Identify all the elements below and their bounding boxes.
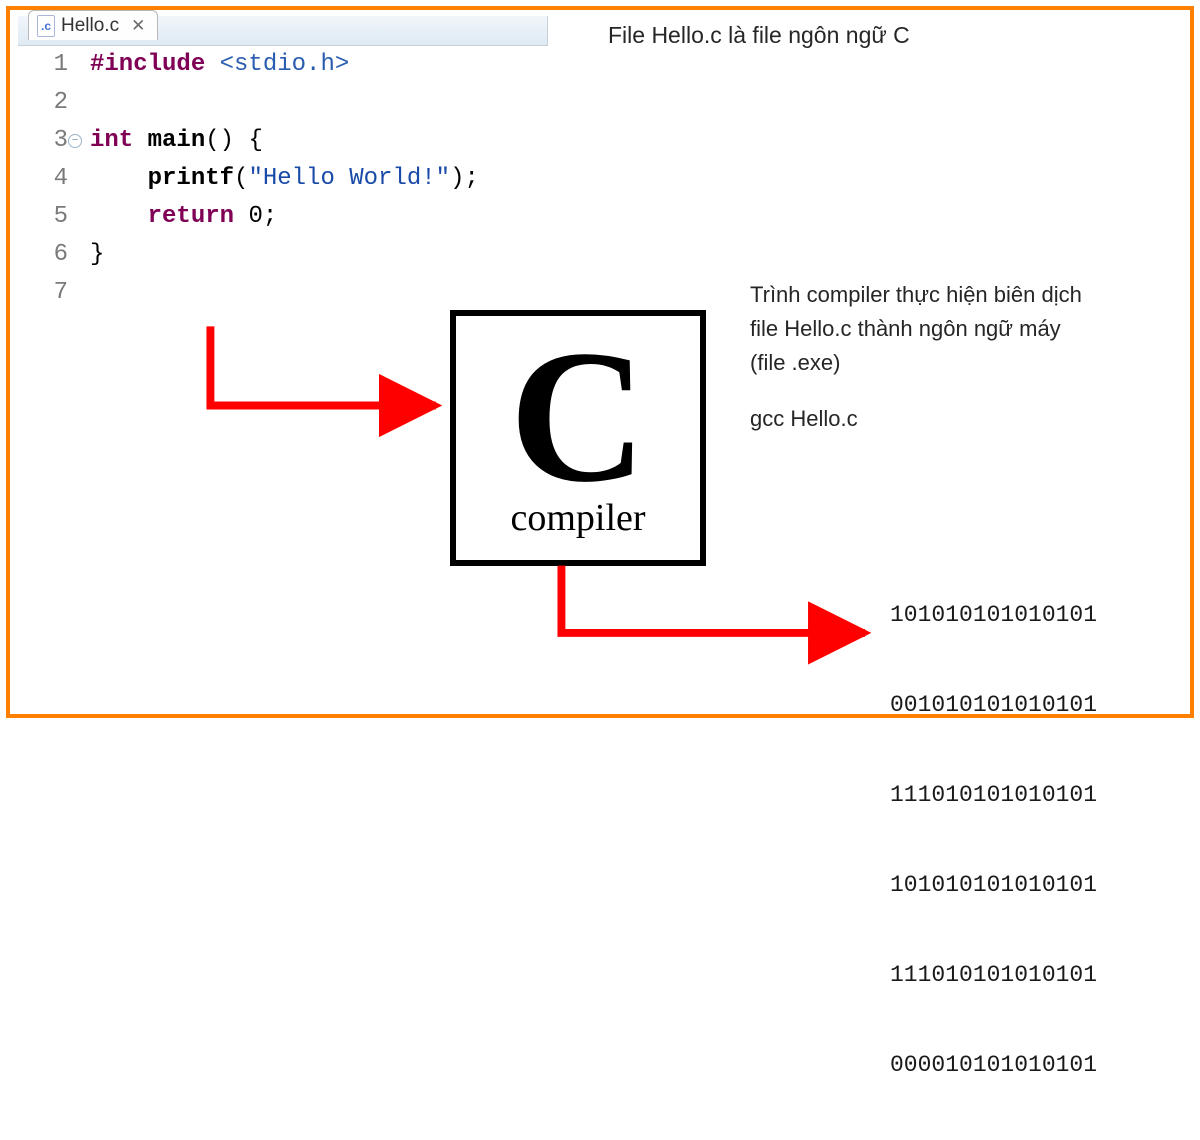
binary-line: 111010101010101 xyxy=(890,960,1097,990)
code-line: 4 printf("Hello World!"); xyxy=(18,160,578,198)
c-letter-icon: C xyxy=(509,342,646,492)
binary-line: 101010101010101 xyxy=(890,870,1097,900)
editor-tab-bar: .c Hello.c ✕ xyxy=(28,10,158,40)
annotation-line: file Hello.c thành ngôn ngữ máy xyxy=(750,312,1170,346)
binary-output: 101010101010101 001010101010101 11101010… xyxy=(890,540,1097,1140)
fold-toggle-icon[interactable]: − xyxy=(68,134,82,148)
code-line: 2 xyxy=(18,84,578,122)
annotation-compiler: Trình compiler thực hiện biên dịch file … xyxy=(750,278,1170,436)
line-number: 1 xyxy=(18,46,76,84)
code-line: 5 return 0; xyxy=(18,198,578,236)
binary-line: 101010101010101 xyxy=(890,600,1097,630)
compiler-box: C compiler xyxy=(450,310,706,566)
annotation-line: Trình compiler thực hiện biên dịch xyxy=(750,278,1170,312)
line-number: 4 xyxy=(18,160,76,198)
compiler-caption: compiler xyxy=(510,496,645,540)
line-number: 7 xyxy=(18,274,76,312)
annotation-line: (file .exe) xyxy=(750,346,1170,380)
editor-tab-filename: Hello.c xyxy=(61,15,119,37)
binary-line: 001010101010101 xyxy=(890,690,1097,720)
annotation-command: gcc Hello.c xyxy=(750,402,1170,436)
code-line: 1 #include <stdio.h> xyxy=(18,46,578,84)
code-editor[interactable]: 1 #include <stdio.h> 2 3− int main() { 4… xyxy=(18,46,578,312)
editor-tab-hello-c[interactable]: .c Hello.c ✕ xyxy=(28,10,158,40)
code-line: 7 xyxy=(18,274,578,312)
annotation-source-file: File Hello.c là file ngôn ngữ C xyxy=(608,22,910,49)
code-line: 6 } xyxy=(18,236,578,274)
line-number: 3− xyxy=(18,122,76,160)
line-number: 2 xyxy=(18,84,76,122)
c-file-icon: .c xyxy=(37,15,55,37)
binary-line: 111010101010101 xyxy=(890,780,1097,810)
code-line: 3− int main() { xyxy=(18,122,578,160)
diagram-frame: .c Hello.c ✕ 1 #include <stdio.h> 2 3− i… xyxy=(6,6,1194,718)
line-number: 6 xyxy=(18,236,76,274)
line-number: 5 xyxy=(18,198,76,236)
close-icon[interactable]: ✕ xyxy=(131,16,145,36)
binary-line: 000010101010101 xyxy=(890,1050,1097,1080)
